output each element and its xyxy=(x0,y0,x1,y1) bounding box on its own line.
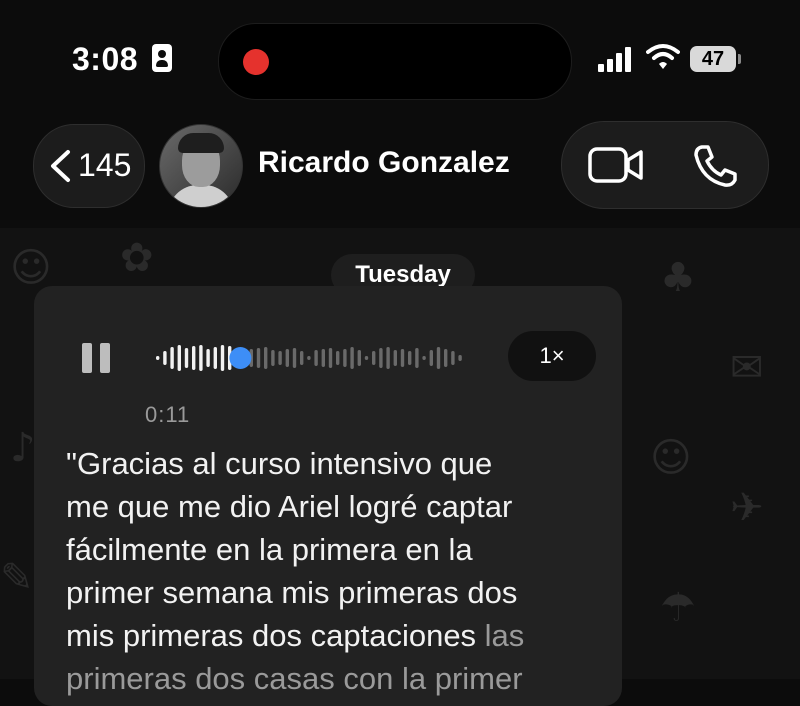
doodle-icon: ✎ xyxy=(0,555,34,601)
waveform-bar xyxy=(386,347,390,369)
waveform-bar xyxy=(307,356,311,360)
voice-message-bubble: 1× 0:11 "Gracias al curso intensivo que … xyxy=(34,286,622,706)
waveform-bar xyxy=(408,351,412,365)
call-actions xyxy=(561,121,769,209)
unread-count: 145 xyxy=(78,147,132,183)
waveform-bar xyxy=(458,355,462,361)
transcript-read: "Gracias al curso intensivo que me que m… xyxy=(66,446,518,653)
back-button[interactable]: 145 xyxy=(33,124,145,208)
waveform-bar xyxy=(393,350,397,366)
waveform-bar xyxy=(364,356,369,360)
battery-icon: 47 xyxy=(690,46,736,72)
waveform-bar xyxy=(300,351,304,365)
doodle-icon: ✈ xyxy=(730,485,764,531)
waveform-bar xyxy=(328,348,333,368)
waveform-bar xyxy=(451,351,455,365)
waveform-bar xyxy=(192,346,196,370)
pause-button[interactable] xyxy=(82,343,110,373)
waveform-bar xyxy=(278,351,282,365)
waveform-bar xyxy=(256,348,261,368)
waveform-bar xyxy=(213,347,217,369)
waveform-bar xyxy=(429,350,433,366)
avatar[interactable] xyxy=(159,124,243,208)
doodle-icon: ♣ xyxy=(660,255,696,301)
doodle-icon: ♪ xyxy=(10,425,36,471)
waveform-bar xyxy=(444,349,448,367)
waveform-bar xyxy=(436,347,441,369)
doodle-icon: ☺ xyxy=(10,245,52,291)
waveform-bar xyxy=(422,356,426,360)
waveform-bar xyxy=(163,351,167,365)
waveform-bar xyxy=(220,345,225,371)
waveform-bar xyxy=(336,351,340,365)
waveform-bar xyxy=(177,345,181,371)
cellular-signal-icon xyxy=(598,46,634,72)
contact-card-icon xyxy=(152,44,172,72)
waveform-bar xyxy=(372,351,376,365)
waveform-bar xyxy=(264,347,268,369)
waveform-bar xyxy=(415,348,419,368)
waveform-bar xyxy=(357,350,361,366)
waveform-bar xyxy=(379,348,383,368)
status-time: 3:08 xyxy=(72,41,139,77)
doodle-icon: ☺ xyxy=(650,435,692,481)
waveform-bar xyxy=(199,345,203,371)
waveform-bar xyxy=(206,349,210,367)
pause-icon xyxy=(82,343,92,373)
doodle-icon: ☂ xyxy=(660,585,696,631)
waveform-bar xyxy=(292,348,297,368)
waveform-bar xyxy=(400,349,405,367)
chevron-left-icon xyxy=(51,150,70,182)
playback-scrubber[interactable] xyxy=(229,347,252,369)
waveform-bar xyxy=(184,348,189,368)
playback-speed-button[interactable]: 1× xyxy=(508,331,596,381)
waveform-bar xyxy=(343,349,347,367)
waveform-bar xyxy=(321,349,325,367)
status-bar: 3:08 47 xyxy=(0,0,800,110)
dynamic-island xyxy=(218,23,572,100)
audio-waveform[interactable] xyxy=(154,336,474,380)
doodle-icon: ✉ xyxy=(730,345,764,391)
video-call-icon[interactable] xyxy=(588,146,644,184)
waveform-bar xyxy=(285,349,289,367)
chat-header: 145 Ricardo Gonzalez xyxy=(0,110,800,228)
waveform-bar xyxy=(314,350,318,366)
battery-level: 47 xyxy=(701,48,725,70)
record-indicator-icon xyxy=(243,49,269,75)
doodle-icon: ✿ xyxy=(120,235,154,281)
waveform-bar xyxy=(156,356,160,360)
transcript-text: "Gracias al curso intensivo que me que m… xyxy=(66,442,596,700)
wifi-icon xyxy=(646,44,680,69)
pause-icon xyxy=(100,343,110,373)
waveform-bar xyxy=(350,347,354,369)
voice-duration: 0:11 xyxy=(145,402,191,427)
waveform-bar xyxy=(271,350,275,366)
phone-call-icon[interactable] xyxy=(692,144,738,188)
contact-name[interactable]: Ricardo Gonzalez xyxy=(258,146,510,180)
waveform-bar xyxy=(170,347,174,369)
battery-tip xyxy=(738,54,741,64)
